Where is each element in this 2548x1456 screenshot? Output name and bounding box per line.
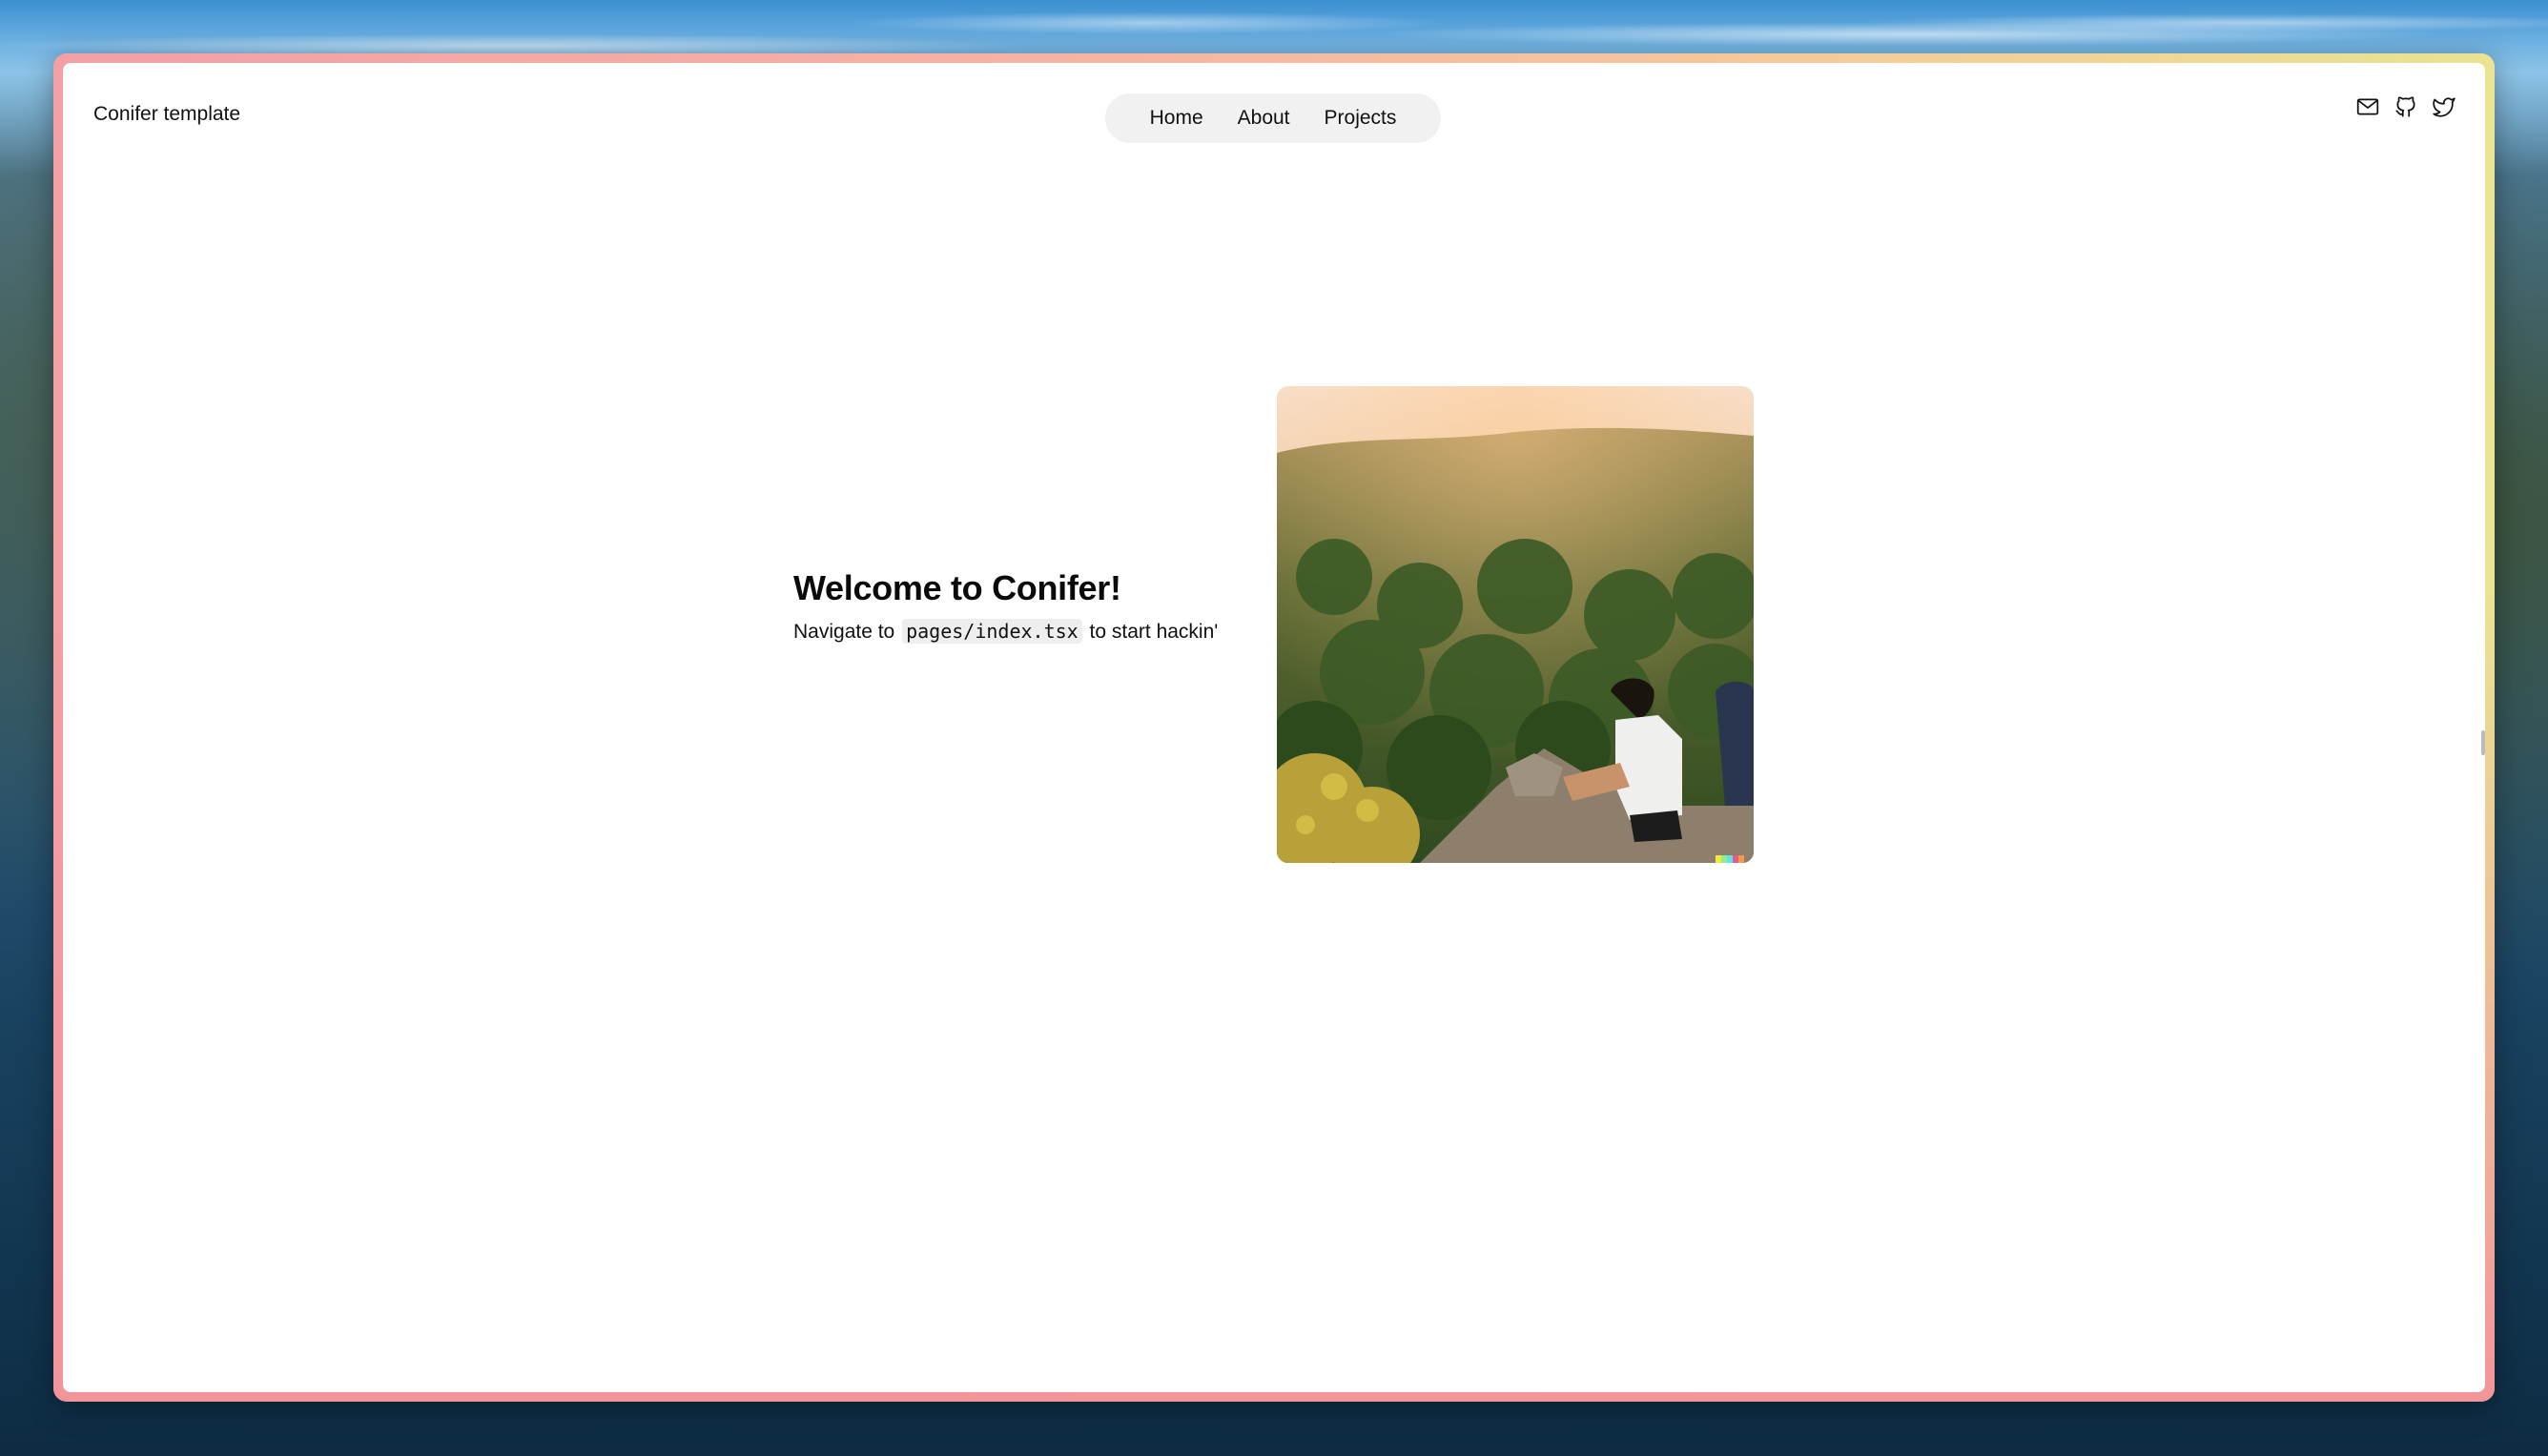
browser-window: Conifer template Home About Projects Wel… — [63, 63, 2485, 1392]
main-nav: Home About Projects — [1105, 93, 1441, 143]
window-resize-handle[interactable] — [2481, 730, 2485, 755]
hero-title: Welcome to Conifer! — [793, 568, 1121, 607]
hero-sub-suffix: to start hackin' — [1089, 621, 1219, 643]
site-brand-link[interactable]: Conifer template — [93, 103, 240, 126]
hero-code-path: pages/index.tsx — [902, 619, 1082, 644]
hero-text-block: Welcome to Conifer! Navigate to pages/in… — [793, 568, 1270, 644]
twitter-icon[interactable] — [2432, 94, 2456, 119]
browser-window-frame: Conifer template Home About Projects Wel… — [53, 53, 2495, 1402]
hero-image — [1277, 386, 1754, 863]
social-links — [2355, 94, 2456, 119]
hero-sub-prefix: Navigate to — [793, 621, 895, 643]
nav-item-home[interactable]: Home — [1133, 93, 1221, 143]
image-color-mark — [1716, 855, 1744, 863]
nav-item-projects[interactable]: Projects — [1307, 93, 1414, 143]
mail-icon[interactable] — [2355, 94, 2380, 119]
hero-subtitle: Navigate to pages/index.tsx to start hac… — [793, 619, 1270, 644]
github-icon[interactable] — [2394, 94, 2418, 119]
nav-item-about[interactable]: About — [1221, 93, 1307, 143]
